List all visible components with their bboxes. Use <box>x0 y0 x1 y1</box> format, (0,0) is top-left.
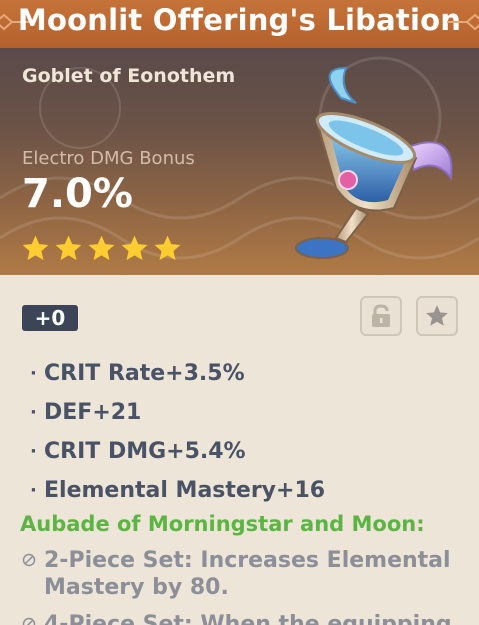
artifact-name: Moonlit Offering's Libation <box>17 3 462 37</box>
lock-icon <box>372 304 390 327</box>
set-bonus-2-piece-text: 2-Piece Set: Increases Elemental Mastery… <box>44 548 451 600</box>
substat-text: Elemental Mastery+16 <box>44 478 326 503</box>
bullet-icon: · <box>30 480 37 501</box>
title-ornament-right-icon <box>447 13 479 31</box>
artifact-details: +0 · CRIT Rate+3.5% · DEF+21 · CRIT DMG+5.4% ·… <box>0 275 479 625</box>
level-badge: +0 <box>22 305 78 331</box>
rarity-star-icon <box>22 235 49 261</box>
star-icon <box>426 305 448 326</box>
bullet-icon: · <box>30 402 37 423</box>
rarity-stars <box>20 233 183 264</box>
rarity-star-icon <box>154 235 181 261</box>
inactive-bonus-icon <box>22 553 36 567</box>
substat-text: CRIT DMG+5.4% <box>44 439 246 464</box>
substat-item: · Elemental Mastery+16 <box>30 471 325 510</box>
rarity-star-icon <box>55 235 82 261</box>
substat-list: · CRIT Rate+3.5% · DEF+21 · CRIT DMG+5.4% · Ele… <box>30 354 325 510</box>
favorite-button[interactable] <box>416 296 458 336</box>
bullet-icon: · <box>30 441 37 462</box>
main-stat-value: 7.0% <box>22 171 133 217</box>
inactive-bonus-icon <box>22 617 36 625</box>
artifact-piece-type: Goblet of Eonothem <box>22 65 236 87</box>
set-name: Aubade of Morningstar and Moon: <box>20 512 425 536</box>
set-bonus-4-piece: 4-Piece Set: When the equipping <box>22 611 462 625</box>
set-bonus-4-piece-text: 4-Piece Set: When the equipping <box>44 612 452 625</box>
artifact-header: Goblet of Eonothem Electro DMG Bonus 7.0… <box>0 48 479 275</box>
rarity-star-icon <box>88 235 115 261</box>
title-bar: Moonlit Offering's Libation <box>0 0 479 49</box>
main-stat-label: Electro DMG Bonus <box>22 148 195 169</box>
artifact-detail-card: Moonlit Offering's Libation Goblet of Eo… <box>0 0 479 625</box>
substat-item: · CRIT Rate+3.5% <box>30 354 325 393</box>
bullet-icon: · <box>30 363 37 384</box>
substat-item: · CRIT DMG+5.4% <box>30 432 325 471</box>
goblet-image <box>295 66 453 259</box>
substat-text: CRIT Rate+3.5% <box>44 361 245 386</box>
lock-button[interactable] <box>360 296 402 336</box>
rarity-star-icon <box>121 235 148 261</box>
substat-item: · DEF+21 <box>30 393 325 432</box>
set-bonus-2-piece: 2-Piece Set: Increases Elemental Mastery… <box>22 547 462 601</box>
substat-text: DEF+21 <box>44 400 142 425</box>
